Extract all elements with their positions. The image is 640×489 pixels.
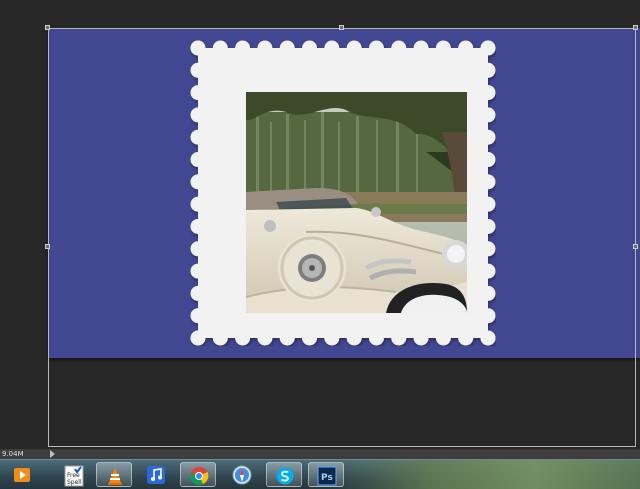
stamp-scallop	[190, 107, 206, 123]
taskbar-safari[interactable]	[224, 462, 260, 487]
stamp-scallop	[190, 218, 206, 234]
status-menu-arrow-icon[interactable]	[50, 450, 55, 458]
document-size-readout: 9.04M	[2, 450, 24, 458]
stamp-scallop	[279, 330, 295, 346]
vlc-icon	[108, 468, 122, 485]
stamp-scallop	[480, 330, 496, 346]
taskbar-freespell[interactable]: Free Spell	[56, 462, 92, 487]
stamp-scallop	[190, 62, 206, 78]
taskbar-chrome[interactable]	[180, 462, 216, 487]
vintage-car-image	[246, 92, 467, 313]
stamp-scallop	[391, 40, 407, 56]
stamp-scallop	[257, 40, 273, 56]
stamp-scallop	[480, 174, 496, 190]
freespell-icon: Free Spell	[64, 465, 84, 487]
stamp-scallop	[346, 40, 362, 56]
stamp-scallop	[480, 40, 496, 56]
stamp-scallop	[413, 40, 429, 56]
svg-text:Free: Free	[67, 472, 80, 479]
stamp-scallop	[480, 152, 496, 168]
stamp-scallop	[480, 308, 496, 324]
stamp-scallop	[346, 330, 362, 346]
transform-handle-middle-right[interactable]	[633, 244, 638, 249]
stamp-scallop	[458, 330, 474, 346]
stamp-scallop	[480, 241, 496, 257]
photoshop-workspace	[0, 0, 640, 449]
taskbar-skype[interactable]	[266, 462, 302, 487]
itunes-icon	[147, 466, 165, 484]
status-bar: 9.04M	[0, 449, 640, 459]
windows-taskbar: Free Spell Ps	[0, 459, 640, 489]
stamp-scallop	[480, 129, 496, 145]
transform-handle-middle-left[interactable]	[45, 244, 50, 249]
taskbar-photoshop[interactable]: Ps	[308, 462, 344, 487]
stamp-scallop	[413, 330, 429, 346]
chrome-icon	[190, 467, 209, 485]
stamp-scallop	[391, 330, 407, 346]
stamp-scallop	[190, 285, 206, 301]
stamp-scallop	[368, 330, 384, 346]
stamp-scallop	[190, 40, 206, 56]
stamp-scallop	[480, 85, 496, 101]
stamp-scallop	[190, 330, 206, 346]
stamp-scallop	[190, 129, 206, 145]
stamp-scallop	[302, 40, 318, 56]
stamp-scallop	[435, 40, 451, 56]
stamp-scallop	[302, 330, 318, 346]
svg-text:Spell: Spell	[67, 479, 82, 486]
taskbar-media-player[interactable]	[4, 462, 40, 487]
stamp-scallop	[458, 40, 474, 56]
stamp-scallop	[435, 330, 451, 346]
stamp-scallop	[480, 62, 496, 78]
stamp-scallop	[324, 330, 340, 346]
skype-icon	[276, 467, 294, 485]
stamp-scallop	[368, 40, 384, 56]
stamp-scallop	[190, 152, 206, 168]
stamp-scallop	[257, 330, 273, 346]
photoshop-icon: Ps	[317, 466, 337, 486]
stamp-scallop	[480, 263, 496, 279]
stamp-scallop	[190, 263, 206, 279]
stamp-scallop	[190, 196, 206, 212]
stamp-scallop	[190, 85, 206, 101]
transform-handle-top-right[interactable]	[633, 25, 638, 30]
stamp-scallop	[235, 40, 251, 56]
car-photo[interactable]	[246, 92, 467, 313]
taskbar-itunes[interactable]	[138, 462, 174, 487]
safari-icon	[232, 465, 252, 485]
desktop-wallpaper-strip	[330, 460, 640, 489]
stamp-scallop	[190, 241, 206, 257]
transform-handle-top-left[interactable]	[45, 25, 50, 30]
stamp-scallop	[324, 40, 340, 56]
stamp-scallop	[212, 330, 228, 346]
stamp-scallop	[190, 308, 206, 324]
svg-text:Ps: Ps	[321, 473, 333, 483]
stamp-scallop	[480, 218, 496, 234]
media-player-icon	[14, 468, 30, 482]
stamp-scallop	[480, 107, 496, 123]
stamp-scallop	[235, 330, 251, 346]
stamp-scallop	[212, 40, 228, 56]
stamp-scallop	[480, 285, 496, 301]
transform-handle-top-center[interactable]	[339, 25, 344, 30]
stamp-scallop	[190, 174, 206, 190]
stamp-scallop	[279, 40, 295, 56]
taskbar-vlc[interactable]	[96, 462, 132, 487]
stamp-scallop	[480, 196, 496, 212]
